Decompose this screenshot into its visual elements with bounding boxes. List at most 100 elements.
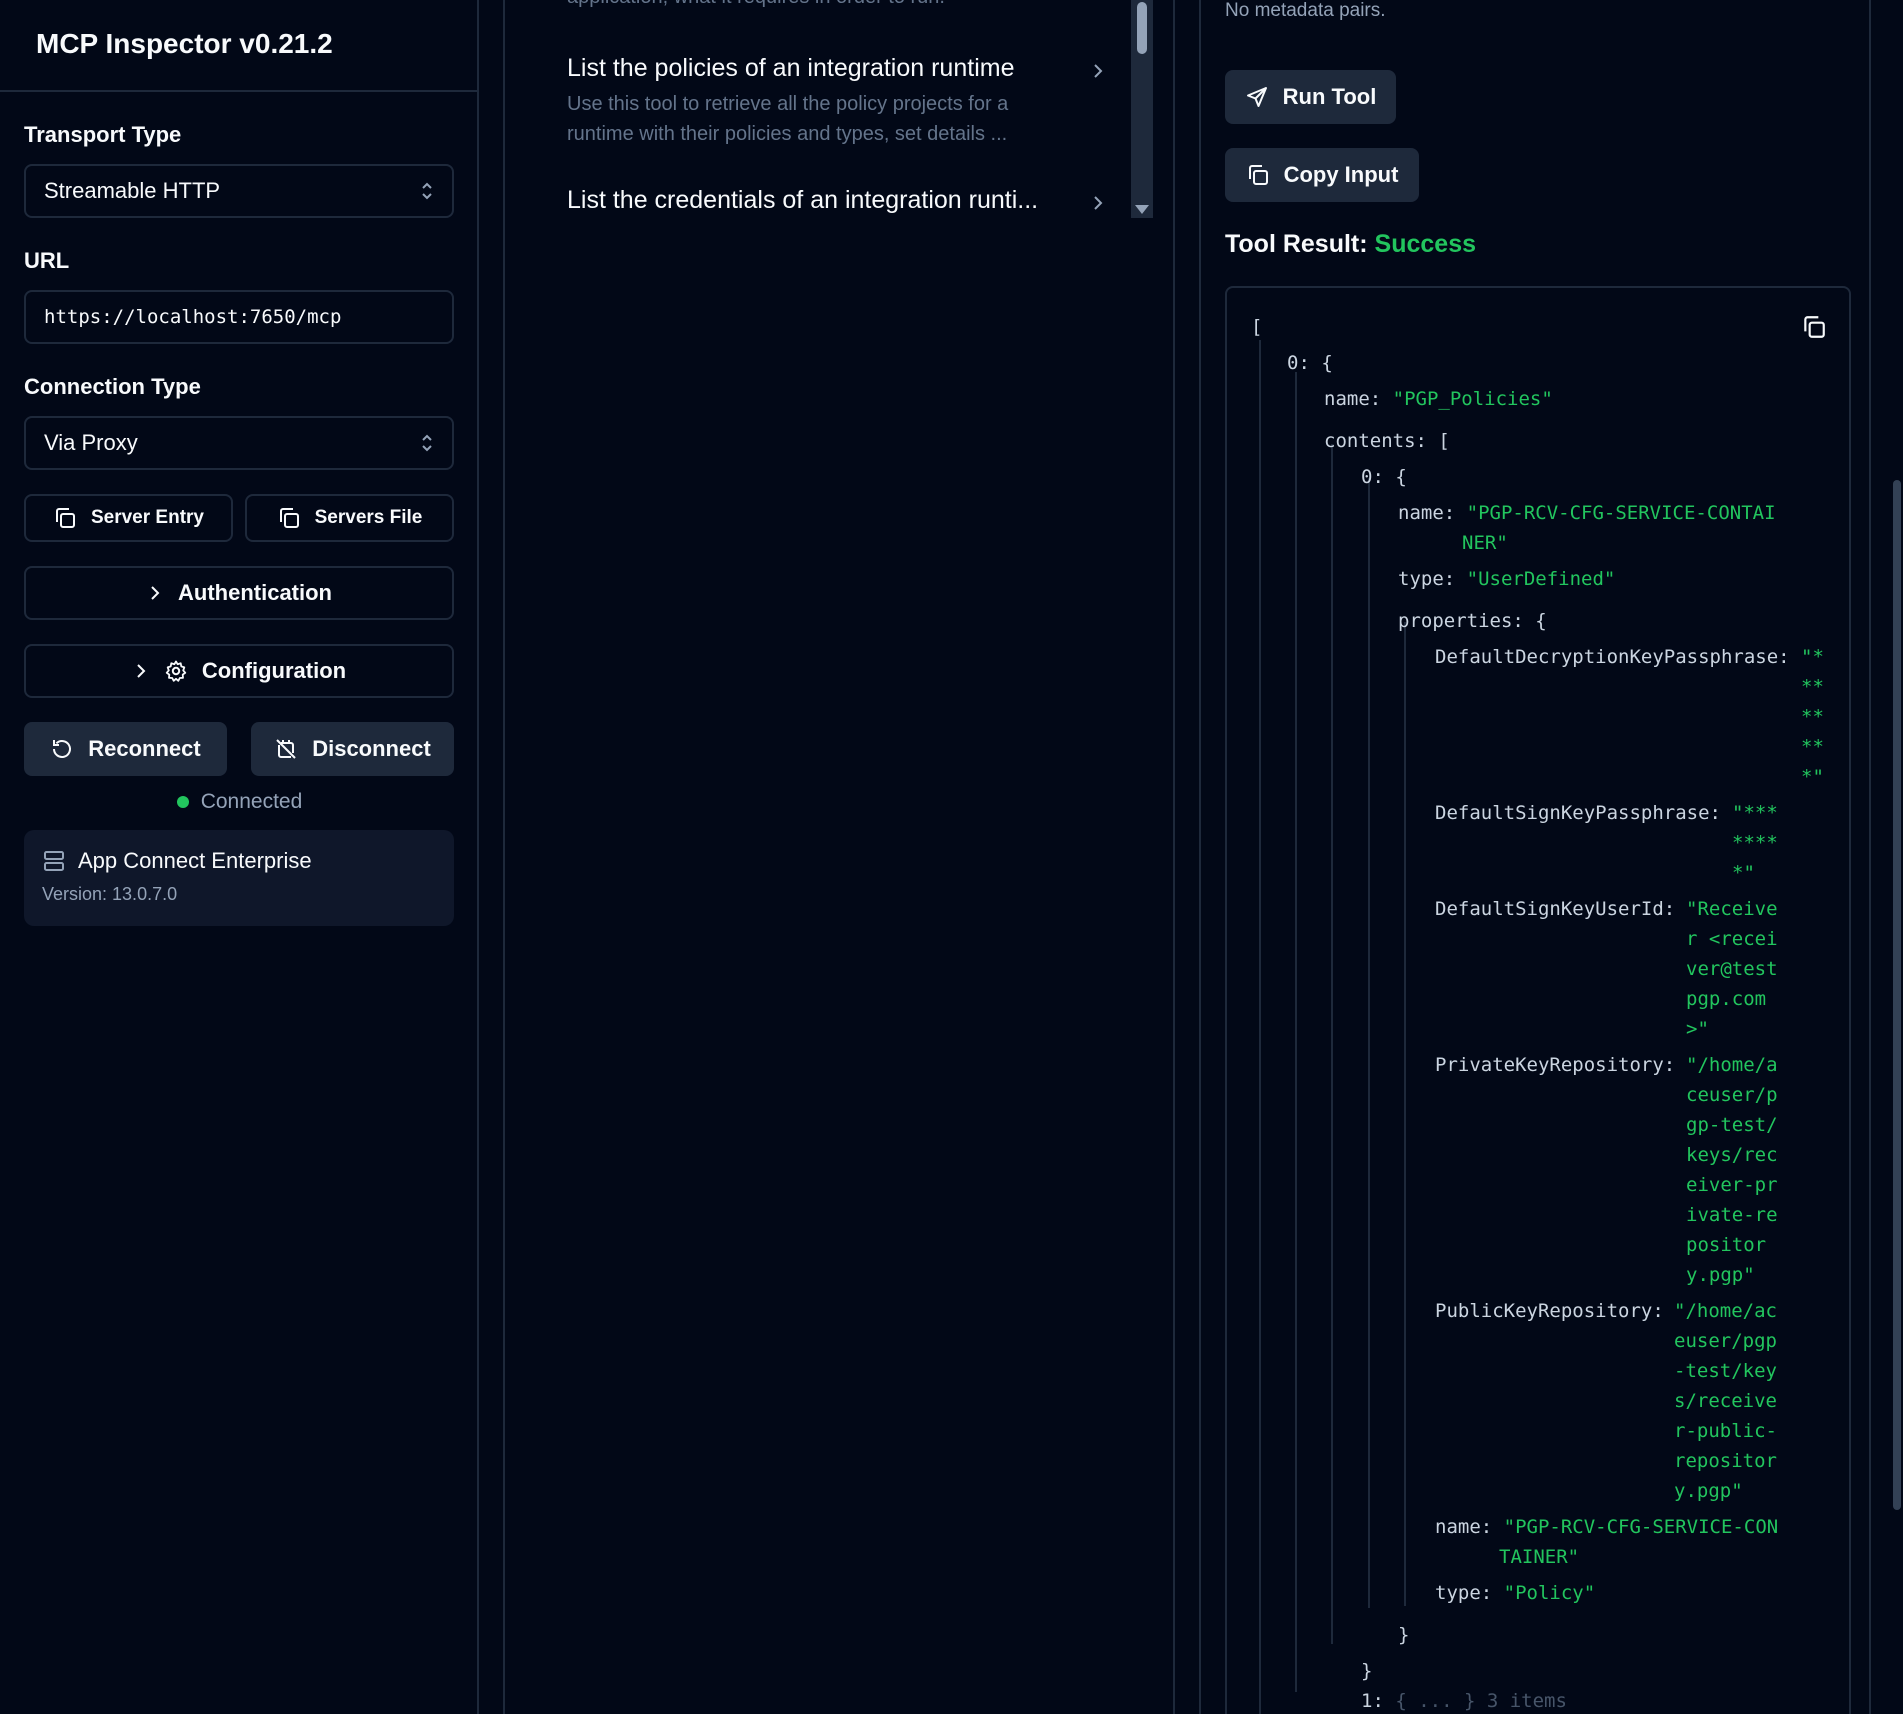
disconnect-label: Disconnect <box>312 736 431 761</box>
json-key: name: <box>1398 502 1456 524</box>
page-scrollbar-thumb[interactable] <box>1893 480 1901 1510</box>
json-key: name: <box>1324 388 1382 410</box>
json-line[interactable]: properties: { <box>1398 606 1547 636</box>
copy-icon <box>1246 163 1270 187</box>
copy-icon <box>277 506 301 530</box>
json-string: ivate-re <box>1686 1204 1778 1226</box>
servers-file-label: Servers File <box>314 507 423 528</box>
copy-input-button[interactable]: Copy Input <box>1225 148 1419 202</box>
tools-scrollbar-thumb[interactable] <box>1137 2 1147 54</box>
json-string: ** <box>1801 676 1824 698</box>
gear-icon <box>164 659 188 683</box>
chevron-right-icon <box>1089 194 1107 212</box>
json-line[interactable]: 0: { <box>1287 348 1333 378</box>
json-string: "Receive <box>1686 898 1778 920</box>
json-string: "/home/a <box>1686 1054 1778 1076</box>
configuration-label: Configuration <box>201 658 347 683</box>
json-bracket: { <box>1395 466 1407 488</box>
tool-description-line: runtime with their policies and types, s… <box>567 123 1008 145</box>
json-key: type: <box>1398 568 1456 590</box>
page-scrollbar[interactable] <box>1891 0 1903 1714</box>
indent-guide <box>1368 478 1370 1608</box>
json-string: ** <box>1801 736 1824 758</box>
json-key: DefaultSignKeyUserId: <box>1435 898 1676 920</box>
tools-list: application, what it requires in order t… <box>505 0 1153 218</box>
json-line: name: "PGP_Policies" <box>1324 384 1553 414</box>
authentication-toggle[interactable]: Authentication <box>24 566 454 620</box>
json-string: *" <box>1732 862 1755 884</box>
json-line: [ <box>1251 312 1262 342</box>
reconnect-button[interactable]: Reconnect <box>24 722 227 776</box>
json-line: name: "PGP-RCV-CFG-SERVICE-CON <box>1435 1512 1778 1542</box>
server-info-card: App Connect Enterprise Version: 13.0.7.0 <box>24 830 454 926</box>
indent-guide <box>1259 340 1261 1714</box>
connection-type-select[interactable]: Via Proxy <box>24 416 454 470</box>
servers-file-button[interactable]: Servers File <box>245 494 454 542</box>
json-string: *" <box>1801 766 1824 788</box>
json-string: "PGP-RCV-CFG-SERVICE-CONTAI <box>1466 502 1776 524</box>
transport-type-select[interactable]: Streamable HTTP <box>24 164 454 218</box>
copy-icon <box>53 506 77 530</box>
json-key: 0: <box>1287 352 1310 374</box>
json-key: PublicKeyRepository: <box>1435 1300 1664 1322</box>
run-tool-button[interactable]: Run Tool <box>1225 70 1396 124</box>
json-line[interactable]: contents: [ <box>1324 426 1450 456</box>
server-icon <box>42 849 66 873</box>
json-string: "UserDefined" <box>1466 568 1616 590</box>
json-string: **** <box>1732 832 1778 854</box>
disconnect-button[interactable]: Disconnect <box>251 722 454 776</box>
server-entry-button[interactable]: Server Entry <box>24 494 233 542</box>
chevron-right-icon <box>132 662 150 680</box>
json-line: name: "PGP-RCV-CFG-SERVICE-CONTAI <box>1398 498 1776 528</box>
json-string: s/receive <box>1674 1390 1777 1412</box>
connection-status: Connected <box>0 790 479 814</box>
chevron-right-icon <box>146 584 164 602</box>
server-name: App Connect Enterprise <box>78 848 312 873</box>
json-string: gp-test/ <box>1686 1114 1778 1136</box>
json-key: 1: <box>1361 1690 1384 1712</box>
send-icon <box>1245 85 1269 109</box>
json-string: y.pgp" <box>1686 1264 1755 1286</box>
json-collapsed-summary: { ... } 3 items <box>1395 1690 1567 1712</box>
json-line[interactable]: 0: { <box>1361 462 1407 492</box>
tools-scrollbar[interactable] <box>1131 0 1153 218</box>
chevron-right-icon <box>1089 62 1107 80</box>
json-string: ** <box>1801 706 1824 728</box>
tool-description: Use this tool to retrieve all the policy… <box>567 89 1107 149</box>
configuration-toggle[interactable]: Configuration <box>24 644 454 698</box>
json-string: r <recei <box>1686 928 1778 950</box>
url-input[interactable]: https://localhost:7650/mcp <box>24 290 454 344</box>
json-bracket: [ <box>1251 316 1263 338</box>
indent-guide <box>1404 622 1406 1606</box>
json-string: TAINER" <box>1499 1546 1580 1568</box>
copy-input-label: Copy Input <box>1283 162 1399 187</box>
json-bracket: } <box>1398 1624 1410 1646</box>
run-tool-label: Run Tool <box>1282 84 1377 109</box>
json-key: contents: <box>1324 430 1427 452</box>
json-line-collapsed[interactable]: 1: { ... } 3 items <box>1361 1686 1567 1714</box>
indent-guide <box>1331 444 1333 1644</box>
json-key: 0: <box>1361 466 1384 488</box>
tool-item-list-credentials[interactable]: List the credentials of an integration r… <box>567 186 1107 215</box>
json-string: eiver-pr <box>1686 1174 1778 1196</box>
scroll-down-arrow-icon[interactable] <box>1135 205 1149 214</box>
status-dot-icon <box>176 796 189 808</box>
metadata-empty-text: No metadata pairs. <box>1225 0 1386 21</box>
rotate-ccw-icon <box>50 737 74 761</box>
tool-title: List the policies of an integration runt… <box>567 54 1015 82</box>
transport-type-value: Streamable HTTP <box>44 178 221 203</box>
sidebar: MCP Inspector v0.21.2 Transport Type Str… <box>0 0 479 1714</box>
json-key: DefaultDecryptionKeyPassphrase: <box>1435 646 1790 668</box>
json-string: "Policy" <box>1503 1582 1596 1604</box>
json-key: PrivateKeyRepository: <box>1435 1054 1676 1076</box>
sidebar-header: MCP Inspector v0.21.2 <box>0 0 477 92</box>
tool-item-list-policies[interactable]: List the policies of an integration runt… <box>567 54 1107 149</box>
connection-type-value: Via Proxy <box>44 430 138 455</box>
json-string: repositor <box>1674 1450 1777 1472</box>
json-result-viewer: [ 0: { name: "PGP_Policies" contents: [ … <box>1225 286 1851 1714</box>
json-string: r-public- <box>1674 1420 1777 1442</box>
reconnect-label: Reconnect <box>88 736 201 761</box>
transport-type-label: Transport Type <box>24 122 182 147</box>
copy-icon[interactable] <box>1801 314 1827 340</box>
json-string: NER" <box>1462 532 1508 554</box>
